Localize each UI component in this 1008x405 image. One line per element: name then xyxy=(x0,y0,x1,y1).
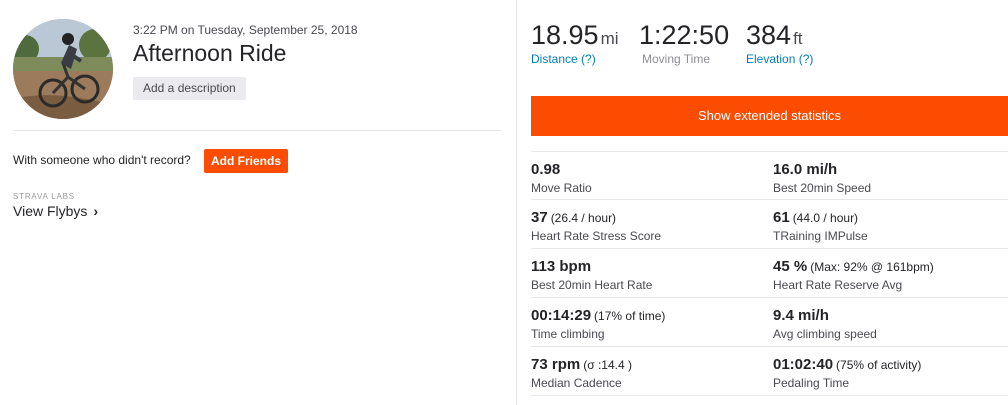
stat-value: 9.4 mi/h xyxy=(773,307,829,324)
distance-label-link[interactable]: Distance (?) xyxy=(531,52,619,66)
elevation-label-link[interactable]: Elevation (?) xyxy=(746,52,813,66)
stat-label: Pedaling Time xyxy=(773,376,850,390)
stat-label: Move Ratio xyxy=(531,181,592,195)
stat-heart-rate-reserve-avg: 45 % (Max: 92% @ 161bpm) Heart Rate Reser… xyxy=(773,249,1008,297)
summary-elevation: 384 ft Elevation (?) xyxy=(746,20,813,66)
elevation-unit: ft xyxy=(793,29,803,48)
stat-value: 73 rpm xyxy=(531,356,581,373)
stats-row: 0.98 Move Ratio 16.0 mi/h Best 20min Spe… xyxy=(531,151,1008,200)
stat-time-climbing: 00:14:29 (17% of time) Time climbing xyxy=(531,298,773,346)
view-flybys-label: View Flybys xyxy=(13,203,88,219)
stat-value: 45 % xyxy=(773,258,808,275)
activity-title[interactable]: Afternoon Ride xyxy=(133,40,286,67)
show-extended-statistics-button[interactable]: Show extended statistics xyxy=(531,96,1008,136)
stat-best-20min-speed: 16.0 mi/h Best 20min Speed xyxy=(773,152,1008,199)
stats-row: 37 (26.4 / hour) Heart Rate Stress Score … xyxy=(531,200,1008,249)
stat-extra: (75% of activity) xyxy=(836,358,922,372)
add-description-button[interactable]: Add a description xyxy=(133,77,246,100)
extended-stats-grid: 0.98 Move Ratio 16.0 mi/h Best 20min Spe… xyxy=(531,151,1008,396)
stats-row: 00:14:29 (17% of time) Time climbing 9.4 … xyxy=(531,298,1008,347)
stat-value: 61 xyxy=(773,209,790,226)
summary-distance: 18.95 mi Distance (?) xyxy=(531,20,619,66)
moving-time-label: Moving Time xyxy=(642,52,711,66)
view-flybys-link[interactable]: View Flybys › xyxy=(13,203,98,219)
elevation-value: 384 xyxy=(746,20,792,50)
stat-label: Median Cadence xyxy=(531,376,622,390)
stat-heart-rate-stress-score: 37 (26.4 / hour) Heart Rate Stress Score xyxy=(531,200,773,248)
stat-value: 37 xyxy=(531,209,548,226)
stat-label: Heart Rate Reserve Avg xyxy=(773,278,903,292)
stat-extra: (44.0 / hour) xyxy=(792,211,859,225)
stat-value: 113 bpm xyxy=(531,258,592,275)
add-friends-button[interactable]: Add Friends xyxy=(204,149,288,173)
stat-label: Best 20min Heart Rate xyxy=(531,278,653,292)
strava-labs-label: STRAVA LABS xyxy=(13,192,75,201)
stat-value: 00:14:29 xyxy=(531,307,592,324)
chevron-right-icon: › xyxy=(93,203,99,219)
stat-label: TRaining IMPulse xyxy=(773,229,868,243)
activity-datetime: 3:22 PM on Tuesday, September 25, 2018 xyxy=(133,23,358,37)
stat-value: 0.98 xyxy=(531,161,561,178)
stats-panel: 18.95 mi Distance (?) 1:22:50 Moving Time… xyxy=(518,0,1008,405)
stat-label: Heart Rate Stress Score xyxy=(531,229,662,243)
divider xyxy=(13,130,501,131)
stat-label: Best 20min Speed xyxy=(773,181,872,195)
stats-row: 73 rpm (σ :14.4 ) Median Cadence 01:02:40… xyxy=(531,347,1008,396)
stat-extra: (Max: 92% @ 161bpm) xyxy=(810,260,934,274)
stat-value: 16.0 mi/h xyxy=(773,161,838,178)
friends-prompt: With someone who didn't record? xyxy=(13,153,191,167)
summary-moving-time: 1:22:50 Moving Time xyxy=(639,20,729,66)
activity-details-panel: 3:22 PM on Tuesday, September 25, 2018 A… xyxy=(0,0,517,405)
stat-extra: (17% of time) xyxy=(594,309,666,323)
moving-time-value: 1:22:50 xyxy=(639,20,730,50)
stat-label: Avg climbing speed xyxy=(773,327,877,341)
stat-best-20min-heart-rate: 113 bpm Best 20min Heart Rate xyxy=(531,249,773,297)
stat-move-ratio: 0.98 Move Ratio xyxy=(531,152,773,199)
stat-extra: (σ :14.4 ) xyxy=(583,358,632,372)
stat-trimp: 61 (44.0 / hour) TRaining IMPulse xyxy=(773,200,1008,248)
stats-row: 113 bpm Best 20min Heart Rate 45 % (Max: … xyxy=(531,249,1008,298)
stat-pedaling-time: 01:02:40 (75% of activity) Pedaling Time xyxy=(773,347,1008,395)
athlete-avatar[interactable] xyxy=(13,19,113,119)
stat-median-cadence: 73 rpm (σ :14.4 ) Median Cadence xyxy=(531,347,773,395)
distance-value: 18.95 xyxy=(531,20,599,50)
stat-label: Time climbing xyxy=(531,327,605,341)
stat-value: 01:02:40 xyxy=(773,356,834,373)
stat-extra: (26.4 / hour) xyxy=(550,211,617,225)
distance-unit: mi xyxy=(600,29,619,48)
stat-avg-climbing-speed: 9.4 mi/h Avg climbing speed xyxy=(773,298,1008,346)
rider-photo xyxy=(13,19,113,119)
